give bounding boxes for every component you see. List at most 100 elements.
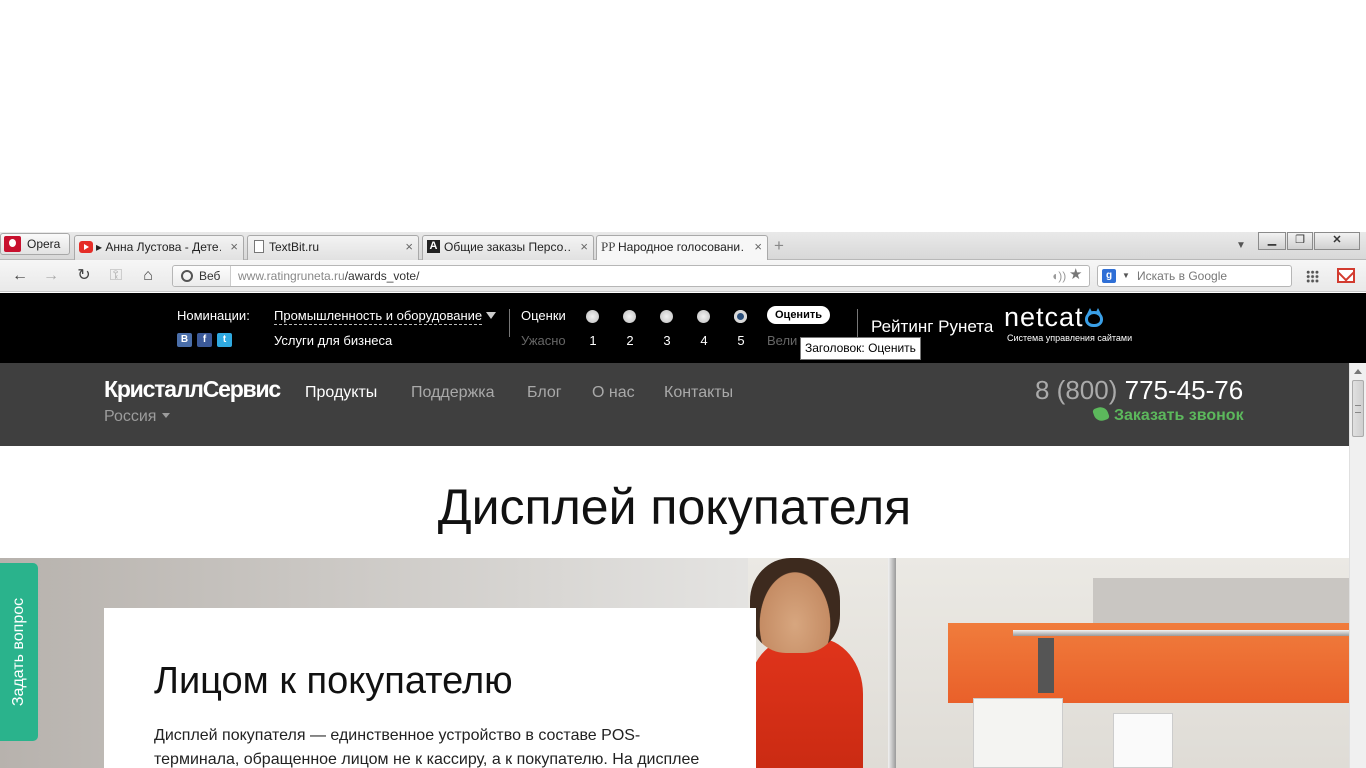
netcat-cat-icon xyxy=(1084,308,1103,327)
scroll-up-arrow-icon[interactable] xyxy=(1354,369,1362,374)
rating-radio-5[interactable] xyxy=(734,310,747,323)
opera-menu-button[interactable]: Opera xyxy=(0,233,70,255)
rating-radio-4[interactable] xyxy=(697,310,710,323)
nominations-label: Номинации: xyxy=(177,308,250,323)
rating-number: 5 xyxy=(737,333,745,348)
address-url: www.ratingruneta.ru/awards_vote/ xyxy=(238,266,419,286)
tab-list-chevron-icon[interactable]: ▼ xyxy=(1236,240,1246,251)
phone-digits: 775-45-76 xyxy=(1124,375,1244,405)
globe-icon xyxy=(181,270,193,282)
netcat-tagline: Система управления сайтами xyxy=(1007,333,1133,343)
twitter-icon[interactable]: t xyxy=(217,333,232,347)
tab-close-icon[interactable]: × xyxy=(405,236,413,258)
nomination-select[interactable]: Промышленность и оборудование xyxy=(274,308,483,325)
search-engine-caret-icon[interactable]: ▼ xyxy=(1122,266,1130,286)
tab-title: Общие заказы Персо… xyxy=(444,240,571,254)
phone-icon xyxy=(1092,405,1110,423)
browser-tab[interactable]: A Общие заказы Персо… × xyxy=(422,235,594,260)
site-logo[interactable]: КристаллСервис xyxy=(104,376,281,403)
nav-item-contacts[interactable]: Контакты xyxy=(664,384,733,402)
best-label: Вели xyxy=(767,333,798,348)
phone-prefix: 8 (800) xyxy=(1035,375,1118,405)
rating-number: 3 xyxy=(663,333,671,348)
facebook-icon[interactable]: f xyxy=(197,333,212,347)
opera-menu-label: Opera xyxy=(27,237,61,251)
region-select[interactable]: Россия xyxy=(104,408,171,426)
tab-close-icon[interactable]: × xyxy=(580,236,588,258)
netcat-logo-text: netcat xyxy=(1004,302,1084,332)
photo-cashier-body xyxy=(748,638,863,768)
apps-grid-icon[interactable] xyxy=(1306,270,1319,283)
new-tab-button[interactable]: + xyxy=(774,237,784,255)
browser-tab-strip: Opera ▸ Анна Лустова - Дете… × TextBit.r… xyxy=(0,232,1366,261)
rating-radio-1[interactable] xyxy=(586,310,599,323)
rating-runeta-title[interactable]: Рейтинг Рунета xyxy=(871,317,993,337)
nav-item-support[interactable]: Поддержка xyxy=(411,384,494,402)
ask-question-button[interactable]: Задать вопрос xyxy=(0,563,38,741)
tab-title: TextBit.ru xyxy=(269,240,320,254)
phone-number[interactable]: 8 (800) 775-45-76 xyxy=(1035,375,1243,406)
hero-photo xyxy=(748,558,1349,768)
rating-number: 1 xyxy=(589,333,597,348)
youtube-icon xyxy=(79,241,93,253)
chevron-down-icon[interactable] xyxy=(486,312,496,319)
rss-icon[interactable]: ◖)) xyxy=(1051,266,1066,286)
rate-button[interactable]: Оценить xyxy=(767,306,830,324)
ask-question-label: Задать вопрос xyxy=(10,597,27,707)
browser-tab[interactable]: ▸ Анна Лустова - Дете… × xyxy=(74,235,244,260)
home-icon[interactable]: ⌂ xyxy=(138,266,158,286)
tab-close-icon[interactable]: × xyxy=(754,236,762,258)
back-icon[interactable]: ← xyxy=(10,266,30,286)
tab-close-icon[interactable]: × xyxy=(230,236,238,258)
page-title: Дисплей покупателя xyxy=(437,479,912,535)
browser-tab-active[interactable]: PP Народное голосовани… × xyxy=(596,235,768,261)
netcat-logo[interactable]: netcat xyxy=(1004,303,1103,331)
letter-a-icon: A xyxy=(427,240,440,253)
rating-radio-2[interactable] xyxy=(623,310,636,323)
bookmark-star-icon[interactable]: ★ xyxy=(1069,265,1082,285)
search-field[interactable]: g ▼ Искать в Google xyxy=(1097,265,1292,287)
page-scrollbar[interactable] xyxy=(1349,363,1366,768)
nav-item-about[interactable]: О нас xyxy=(592,384,635,402)
minimize-button[interactable]: ▁ xyxy=(1258,232,1286,250)
url-path: /awards_vote/ xyxy=(344,269,420,283)
site-header: КристаллСервис Россия Продукты Поддержка… xyxy=(0,363,1349,446)
callback-link[interactable]: Заказать звонок xyxy=(1092,405,1244,425)
document-icon xyxy=(254,240,264,253)
close-window-button[interactable]: ✕ xyxy=(1314,232,1360,250)
address-field[interactable]: Веб www.ratingruneta.ru/awards_vote/ ◖))… xyxy=(172,265,1090,287)
gmail-icon[interactable] xyxy=(1337,268,1355,283)
forward-icon[interactable]: → xyxy=(41,266,61,286)
vk-icon[interactable]: В xyxy=(177,333,192,347)
chevron-down-icon xyxy=(162,413,171,418)
key-icon[interactable]: ⚿ xyxy=(106,266,126,286)
tooltip: Заголовок: Оценить xyxy=(800,337,921,360)
rating-number: 2 xyxy=(626,333,634,348)
ratingruneta-icon: PP xyxy=(601,239,616,254)
browser-tab[interactable]: TextBit.ru × xyxy=(247,235,419,260)
nomination-subtitle: Услуги для бизнеса xyxy=(274,333,393,348)
nav-item-blog[interactable]: Блог xyxy=(527,384,562,402)
web-chip[interactable]: Веб xyxy=(173,266,231,286)
scrollbar-thumb[interactable] xyxy=(1352,380,1364,437)
divider xyxy=(857,309,858,337)
reload-icon[interactable]: ↻ xyxy=(74,266,94,286)
photo-printer xyxy=(1113,713,1173,768)
photo-rail xyxy=(1013,630,1349,636)
photo-terminal xyxy=(973,698,1063,768)
intro-card: Лицом к покупателю Дисплей покупателя — … xyxy=(104,608,756,768)
callback-label: Заказать звонок xyxy=(1114,407,1244,424)
rating-radio-3[interactable] xyxy=(660,310,673,323)
restore-button[interactable]: ❐ xyxy=(1287,232,1313,250)
tab-title: Народное голосовани… xyxy=(618,240,745,254)
photo-device xyxy=(1038,638,1054,693)
tab-title: ▸ Анна Лустова - Дете… xyxy=(96,240,221,254)
ratings-label: Оценки xyxy=(521,308,566,323)
nav-item-products[interactable]: Продукты xyxy=(305,384,377,402)
region-label: Россия xyxy=(104,408,157,425)
screen: Opera ▸ Анна Лустова - Дете… × TextBit.r… xyxy=(0,0,1366,768)
url-host: www.ratingruneta.ru xyxy=(238,269,345,283)
web-chip-label: Веб xyxy=(199,269,221,283)
rating-number: 4 xyxy=(700,333,708,348)
google-icon: g xyxy=(1102,269,1116,283)
